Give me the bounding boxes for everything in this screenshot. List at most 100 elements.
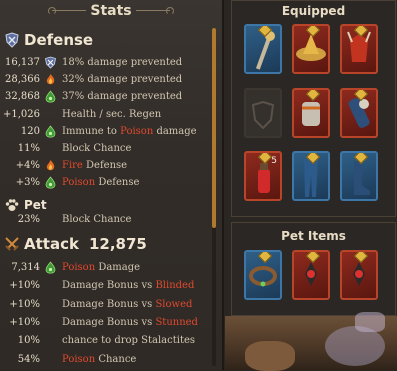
scrollbar-thumb[interactable] (212, 28, 216, 228)
stat-description: Fire Defense (62, 157, 127, 174)
stat-text: damage (153, 125, 197, 137)
stat-value: 120 (20, 125, 40, 137)
stat-text: chance to drop Stalactites (62, 335, 196, 347)
attack-title: Attack (24, 235, 79, 253)
stats-scrollbar[interactable] (212, 28, 216, 366)
stat-value: +4% (15, 160, 40, 172)
pet-amulet-item-2-slot[interactable] (340, 250, 378, 300)
stat-value: 16,137 (5, 57, 40, 68)
highlight-keyword: Blinded (155, 280, 195, 292)
crossed-swords-icon (5, 237, 19, 251)
physical-defense-icon (45, 56, 56, 69)
stat-text: Block Chance (62, 214, 132, 225)
boots-item-slot[interactable] (340, 151, 378, 201)
defense-stat-row: 28,366 32% damage prevented (0, 71, 210, 88)
stat-value: +1,026 (2, 108, 40, 120)
equipped-panel: Equipped 5 (231, 0, 396, 217)
pet-stat-row: 23% Block Chance (0, 211, 210, 228)
defense-stat-row: +3% Poison Defense (0, 174, 210, 191)
defense-title: Defense (24, 31, 94, 49)
stat-text: Immune to (62, 125, 121, 137)
game-world-background (225, 312, 397, 371)
poison-defense-icon (45, 90, 56, 103)
stat-text: Damage Bonus vs (62, 298, 156, 310)
stat-text: Damage (95, 262, 141, 273)
stack-count-badge: 5 (271, 156, 277, 166)
stat-description: Damage Bonus vs Stunned (62, 314, 198, 331)
attack-stat-row: +10% Damage Bonus vs Blinded (0, 277, 210, 294)
stat-text: Damage Bonus vs (62, 316, 156, 328)
health-potion-item-slot[interactable]: 5 (244, 151, 282, 201)
stat-description: Block Chance (62, 211, 131, 228)
stat-description: Block Chance (62, 140, 131, 157)
empty-shield-slot-slot[interactable] (244, 88, 282, 138)
fire-icon (46, 160, 55, 171)
pet-amulet-item-slot[interactable] (292, 250, 330, 300)
stat-text: 32% damage prevented (62, 74, 183, 86)
pet-collar-item-slot[interactable] (244, 250, 282, 300)
attack-stat-row: 7,314 Poison Damage (0, 259, 210, 276)
empty-shield-slot-icon (251, 100, 275, 130)
stat-description: Poison Defense (62, 174, 139, 191)
poison-icon (45, 176, 56, 189)
defense-stat-row: +4% Fire Defense (0, 157, 210, 174)
header-ornament-right (136, 7, 174, 17)
highlight-keyword: Poison (62, 262, 96, 273)
defense-section-title: Defense (4, 29, 93, 51)
blue-leggings-item-slot[interactable] (292, 151, 330, 201)
poison-damage-icon (45, 261, 56, 274)
stat-description: 37% damage prevented (62, 88, 182, 105)
stat-value: 54% (17, 353, 40, 365)
stat-value: 28,366 (5, 74, 40, 86)
stat-description: Damage Bonus vs Slowed (62, 296, 192, 313)
gold-hat-item-slot[interactable] (292, 24, 330, 74)
stat-text: Health / sec. Regen (62, 108, 162, 120)
stat-value: 10% (17, 335, 40, 347)
stat-description: Poison Chance (62, 351, 136, 368)
scenery-cloud (325, 326, 385, 366)
stat-value: 11% (17, 143, 40, 154)
stat-description: 32% damage prevented (62, 71, 182, 88)
stat-description: Health / sec. Regen (62, 106, 161, 123)
attack-total: 12,875 (88, 235, 147, 253)
stat-text: Chance (95, 353, 137, 365)
equipped-title: Equipped (281, 4, 346, 18)
defense-stat-row: +1,026 Health / sec. Regen (0, 106, 210, 123)
demon-helmet-item-slot[interactable] (340, 24, 378, 74)
stats-header: Stats (0, 0, 222, 22)
highlight-keyword: Stunned (155, 316, 198, 328)
poison-immune-icon (45, 125, 56, 138)
stat-value: +3% (15, 177, 40, 189)
shield-icon (5, 32, 19, 48)
highlight-keyword: Poison (62, 353, 96, 365)
stats-panel: Stats Defense 16,137 18% damage prevented… (0, 0, 224, 370)
highlight-keyword: Slowed (155, 298, 193, 310)
stat-text: Defense (82, 160, 128, 172)
chest-armor-item-slot[interactable] (292, 88, 330, 138)
defense-stat-row: 120 Immune to Poison damage (0, 123, 210, 140)
attack-stat-row: 10% chance to drop Stalactites (0, 332, 210, 349)
staff-item-slot[interactable] (244, 24, 282, 74)
stat-text: Damage Bonus vs (62, 280, 156, 292)
stat-value: +10% (9, 298, 40, 310)
stat-value: 7,314 (11, 262, 40, 273)
attack-stat-row: +10% Damage Bonus vs Slowed (0, 296, 210, 313)
defense-stat-row: 16,137 18% damage prevented (0, 54, 210, 71)
highlight-keyword: Poison (120, 125, 154, 137)
header-ornament-left (48, 7, 86, 17)
pet-items-title: Pet Items (281, 229, 346, 243)
stats-title: Stats (90, 3, 132, 19)
stat-description: 18% damage prevented (62, 54, 182, 71)
attack-stat-row: +10% Damage Bonus vs Stunned (0, 314, 210, 331)
fire-defense-icon (46, 74, 55, 85)
stat-description: Immune to Poison damage (62, 123, 197, 140)
pet-items-panel: Pet Items (231, 222, 396, 316)
stat-text: 37% damage prevented (62, 91, 183, 103)
gauntlet-item-slot[interactable] (340, 88, 378, 138)
stat-value: +10% (9, 280, 40, 292)
stat-text: 18% damage prevented (62, 57, 183, 68)
highlight-keyword: Poison (62, 177, 96, 189)
scenery-rock (245, 341, 295, 371)
attack-section-title: Attack 12,875 (4, 233, 147, 255)
highlight-keyword: Fire (62, 160, 83, 172)
